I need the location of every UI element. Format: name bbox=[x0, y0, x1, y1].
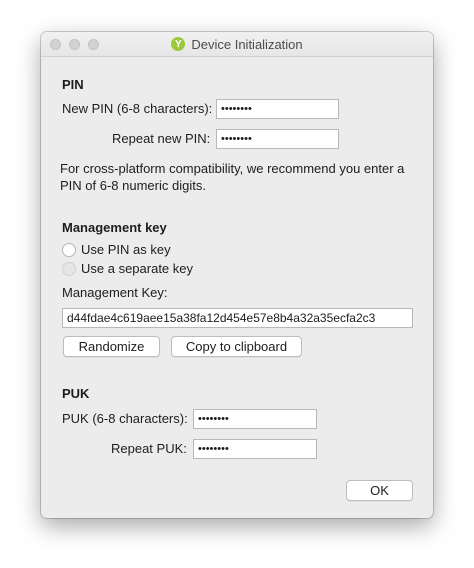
device-initialization-window: Y Device Initialization PIN New PIN (6-8… bbox=[41, 32, 433, 518]
use-pin-as-key-radio[interactable] bbox=[62, 243, 76, 257]
pin-heading: PIN bbox=[62, 77, 84, 92]
management-key-input[interactable]: d44fdae4c619aee15a38fa12d454e57e8b4a32a3… bbox=[62, 308, 413, 328]
title-bar: Y Device Initialization bbox=[41, 32, 433, 57]
repeat-puk-input[interactable]: •••••••• bbox=[193, 439, 317, 459]
copy-to-clipboard-button[interactable]: Copy to clipboard bbox=[171, 336, 302, 357]
puk-input[interactable]: •••••••• bbox=[193, 409, 317, 429]
window-title: Device Initialization bbox=[191, 36, 303, 52]
window-title-group: Y Device Initialization bbox=[41, 32, 433, 56]
repeat-pin-input[interactable]: •••••••• bbox=[216, 129, 339, 149]
repeat-puk-label: Repeat PUK: bbox=[111, 441, 187, 456]
randomize-button[interactable]: Randomize bbox=[63, 336, 160, 357]
management-key-heading: Management key bbox=[62, 220, 167, 235]
use-pin-as-key-label: Use PIN as key bbox=[81, 242, 171, 257]
repeat-pin-label: Repeat new PIN: bbox=[112, 131, 211, 146]
ok-button[interactable]: OK bbox=[346, 480, 413, 501]
new-pin-input[interactable]: •••••••• bbox=[216, 99, 339, 119]
use-separate-key-label: Use a separate key bbox=[81, 261, 194, 276]
puk-label: PUK (6-8 characters): bbox=[62, 411, 188, 426]
new-pin-label: New PIN (6-8 characters): bbox=[62, 101, 213, 116]
use-separate-key-radio[interactable] bbox=[62, 262, 76, 276]
pin-compatibility-note: For cross-platform compatibility, we rec… bbox=[60, 161, 405, 193]
yubikey-app-icon: Y bbox=[171, 37, 186, 51]
management-key-label: Management Key: bbox=[62, 285, 168, 300]
puk-heading: PUK bbox=[62, 386, 90, 401]
